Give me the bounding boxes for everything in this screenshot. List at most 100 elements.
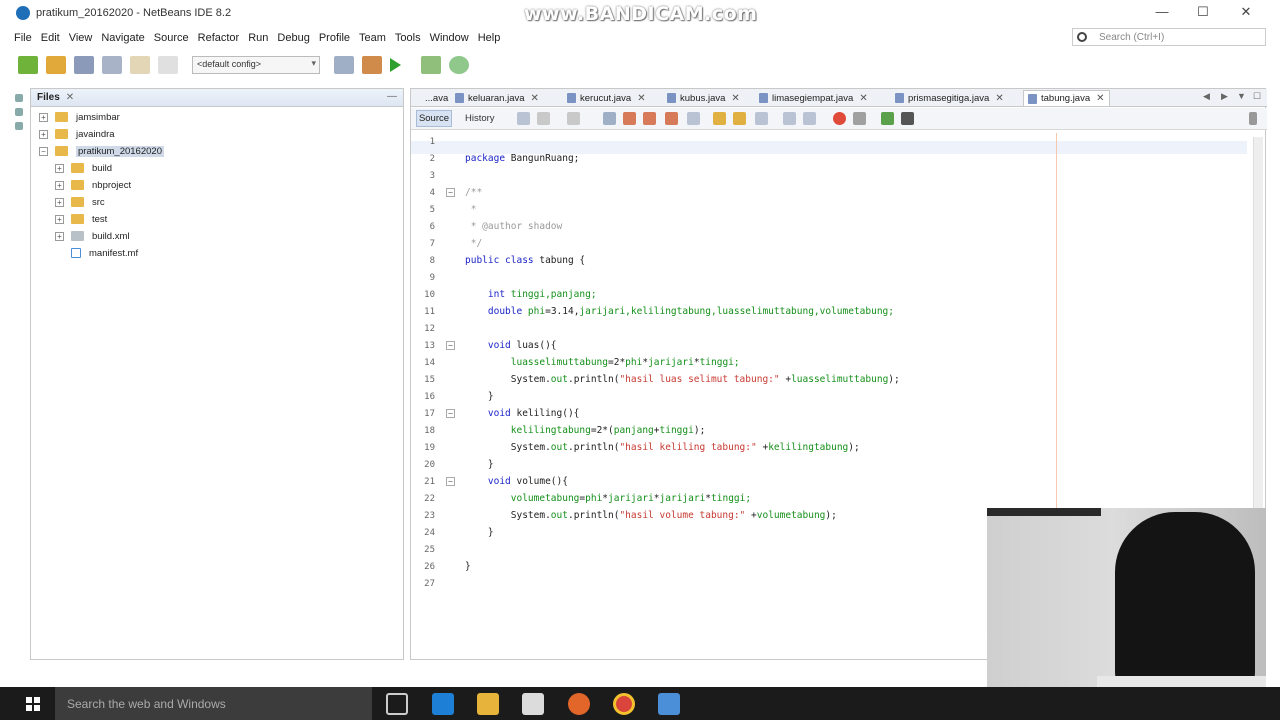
tree-item[interactable]: + nbproject: [55, 177, 131, 193]
new-file-icon[interactable]: [18, 56, 38, 74]
menu-team[interactable]: Team: [359, 32, 386, 44]
close-icon[interactable]: ✕: [66, 92, 74, 103]
windows-start-icon[interactable]: [26, 697, 40, 711]
tree-item[interactable]: manifest.mf: [55, 245, 138, 261]
tab-file[interactable]: ...ava: [425, 90, 448, 106]
menu-debug[interactable]: Debug: [277, 32, 309, 44]
taskbar-search-input[interactable]: Search the web and Windows: [55, 687, 372, 720]
tab-file[interactable]: limasegiempat.java ✕: [759, 90, 868, 106]
close-icon[interactable]: ✕: [637, 93, 645, 104]
build-icon[interactable]: [334, 56, 354, 74]
menu-file[interactable]: File: [14, 32, 32, 44]
toggle-bookmark-icon[interactable]: [755, 112, 768, 125]
comment-icon[interactable]: [881, 112, 894, 125]
close-icon[interactable]: ✕: [859, 93, 867, 104]
clean-build-icon[interactable]: [362, 56, 382, 74]
tree-item[interactable]: + jamsimbar: [39, 109, 120, 125]
menu-navigate[interactable]: Navigate: [101, 32, 144, 44]
close-icon[interactable]: ✕: [995, 93, 1003, 104]
expand-icon[interactable]: +: [55, 163, 64, 173]
close-icon[interactable]: ✕: [1096, 93, 1104, 104]
tab-file-active[interactable]: tabung.java ✕: [1023, 90, 1110, 106]
toggle-rect-select-icon[interactable]: [687, 112, 700, 125]
stop-macro-icon[interactable]: [853, 112, 866, 125]
forward-icon[interactable]: [567, 112, 580, 125]
menu-tools[interactable]: Tools: [395, 32, 421, 44]
toggle-highlight-icon[interactable]: [665, 112, 678, 125]
next-bookmark-icon[interactable]: [733, 112, 746, 125]
vertical-scrollbar[interactable]: [1253, 137, 1263, 517]
expand-icon[interactable]: +: [39, 112, 48, 122]
uncomment-icon[interactable]: [901, 112, 914, 125]
undo-icon[interactable]: [130, 56, 150, 74]
fold-icon[interactable]: −: [446, 409, 455, 418]
edge-icon[interactable]: [432, 693, 454, 715]
debug-icon[interactable]: [421, 56, 441, 74]
find-next-icon[interactable]: [643, 112, 656, 125]
expand-icon[interactable]: +: [55, 214, 64, 224]
back-icon[interactable]: [537, 112, 550, 125]
config-select[interactable]: <default config>: [192, 56, 320, 74]
scroll-tabs-left-icon[interactable]: ◀: [1203, 91, 1210, 102]
shift-left-icon[interactable]: [783, 112, 796, 125]
menu-profile[interactable]: Profile: [319, 32, 350, 44]
tab-file[interactable]: kubus.java ✕: [667, 90, 740, 106]
expand-icon[interactable]: +: [39, 129, 48, 139]
fold-icon[interactable]: −: [446, 477, 455, 486]
profile-icon[interactable]: [449, 56, 469, 74]
close-icon[interactable]: ✕: [731, 93, 739, 104]
tree-item[interactable]: + build.xml: [55, 228, 130, 244]
run-icon[interactable]: [390, 58, 401, 72]
store-icon[interactable]: [522, 693, 544, 715]
menu-edit[interactable]: Edit: [41, 32, 60, 44]
firefox-icon[interactable]: [568, 693, 590, 715]
close-button[interactable]: ✕: [1236, 4, 1256, 20]
search-input[interactable]: Search (Ctrl+I): [1072, 28, 1266, 46]
expand-icon[interactable]: +: [55, 180, 64, 190]
minimize-panel-icon[interactable]: —: [387, 91, 397, 102]
find-icon[interactable]: [603, 112, 616, 125]
tab-source[interactable]: Source: [416, 110, 452, 127]
menu-refactor[interactable]: Refactor: [198, 32, 240, 44]
expand-icon[interactable]: +: [55, 197, 64, 207]
tab-files[interactable]: Files: [37, 92, 60, 103]
prev-bookmark-icon[interactable]: [713, 112, 726, 125]
tab-file[interactable]: keluaran.java ✕: [455, 90, 539, 106]
netbeans-icon[interactable]: [658, 693, 680, 715]
shift-right-icon[interactable]: [803, 112, 816, 125]
save-all-icon[interactable]: [102, 56, 122, 74]
tree-item[interactable]: + build: [55, 160, 112, 176]
tab-file[interactable]: kerucut.java ✕: [567, 90, 646, 106]
maximize-button[interactable]: ☐: [1193, 4, 1213, 20]
tree-item[interactable]: + test: [55, 211, 107, 227]
collapse-icon[interactable]: −: [39, 146, 48, 156]
tab-list-icon[interactable]: ▼: [1237, 91, 1246, 101]
menu-source[interactable]: Source: [154, 32, 189, 44]
scroll-tabs-right-icon[interactable]: ▶: [1221, 91, 1228, 102]
menu-view[interactable]: View: [69, 32, 93, 44]
menu-window[interactable]: Window: [430, 32, 469, 44]
menu-help[interactable]: Help: [478, 32, 501, 44]
tree-item[interactable]: + src: [55, 194, 105, 210]
tree-item[interactable]: − pratikum_20162020: [39, 143, 164, 159]
new-project-icon[interactable]: [46, 56, 66, 74]
navigator-strip[interactable]: [13, 88, 25, 178]
tab-history[interactable]: History: [465, 110, 495, 127]
minimize-button[interactable]: —: [1152, 4, 1172, 19]
file-explorer-icon[interactable]: [477, 693, 499, 715]
start-macro-icon[interactable]: [833, 112, 846, 125]
find-previous-icon[interactable]: [623, 112, 636, 125]
close-icon[interactable]: ✕: [531, 93, 539, 104]
tab-file[interactable]: prismasegitiga.java ✕: [895, 90, 1004, 106]
chrome-icon[interactable]: [613, 693, 635, 715]
maximize-editor-icon[interactable]: ☐: [1253, 91, 1261, 102]
redo-icon[interactable]: [158, 56, 178, 74]
fold-icon[interactable]: −: [446, 188, 455, 197]
open-project-icon[interactable]: [74, 56, 94, 74]
tree-item[interactable]: + javaindra: [39, 126, 115, 142]
editor-options-icon[interactable]: [1249, 112, 1257, 125]
last-edit-icon[interactable]: [517, 112, 530, 125]
expand-icon[interactable]: +: [55, 231, 64, 241]
task-view-icon[interactable]: [386, 693, 408, 715]
fold-icon[interactable]: −: [446, 341, 455, 350]
